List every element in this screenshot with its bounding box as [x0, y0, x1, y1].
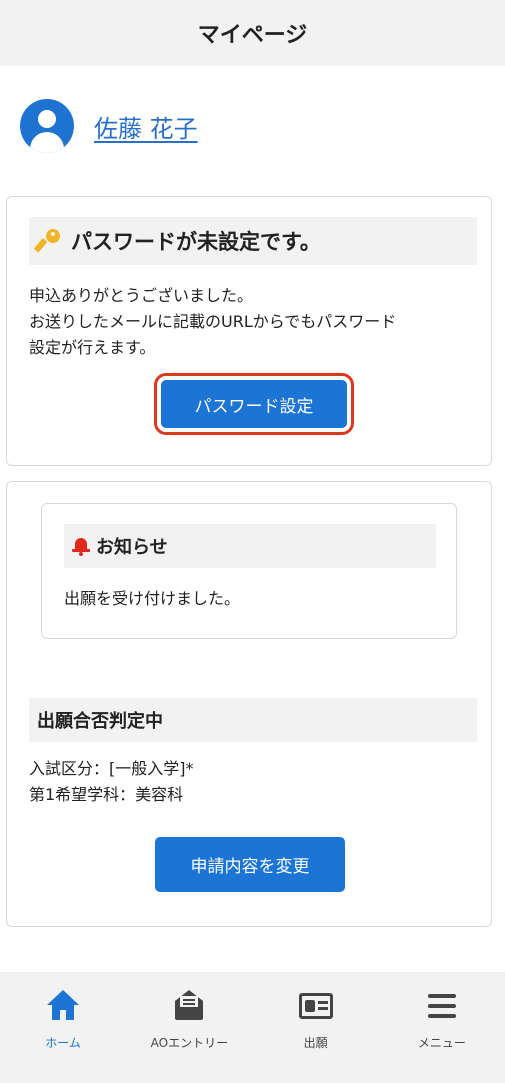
- notice-heading-text: お知らせ: [96, 537, 168, 558]
- nav-label-application: 出願: [303, 1036, 328, 1050]
- password-button-highlight: パスワード設定: [154, 373, 354, 435]
- password-heading-text: パスワードが未設定です。: [71, 230, 321, 254]
- password-message-line: 設定が行えます。: [29, 338, 156, 357]
- envelope-open-icon: [171, 990, 207, 1022]
- user-row: 佐藤 花子: [20, 98, 198, 154]
- notice-heading: お知らせ: [64, 524, 436, 568]
- id-card-icon: [298, 990, 334, 1022]
- menu-icon: [424, 990, 460, 1022]
- nav-label-ao-entry: AOエントリー: [150, 1036, 229, 1050]
- nav-item-menu[interactable]: メニュー: [379, 972, 505, 1083]
- status-details: 入試区分：[一般入学]* 第1希望学科：美容科: [29, 756, 194, 808]
- password-heading: パスワードが未設定です。: [29, 217, 477, 265]
- nav-label-menu: メニュー: [417, 1036, 466, 1050]
- notice-box: お知らせ 出願を受け付けました。: [41, 503, 457, 639]
- page-header: マイページ: [0, 0, 505, 66]
- app-root: マイページ 佐藤 花子 パスワードが未設定です。 申込ありがとうございました。 …: [0, 0, 505, 1083]
- password-card: パスワードが未設定です。 申込ありがとうございました。 お送りしたメールに記載の…: [6, 196, 492, 466]
- user-avatar-icon: [20, 99, 74, 153]
- status-heading: 出願合否判定中: [29, 698, 477, 742]
- nav-label-home: ホーム: [45, 1036, 81, 1050]
- exam-category: 入試区分：[一般入学]*: [29, 759, 194, 778]
- nav-item-ao-entry[interactable]: AOエントリー: [126, 972, 252, 1083]
- key-icon: [33, 228, 63, 254]
- home-icon: [45, 990, 81, 1022]
- application-card: お知らせ 出願を受け付けました。 出願合否判定中 入試区分：[一般入学]* 第1…: [6, 481, 492, 927]
- bottom-nav: ホーム AOエントリー 出願 メニュー: [0, 972, 505, 1083]
- bell-icon: [72, 536, 90, 556]
- nav-item-application[interactable]: 出願: [253, 972, 379, 1083]
- nav-item-home[interactable]: ホーム: [0, 972, 126, 1083]
- notice-text: 出願を受け付けました。: [64, 589, 241, 608]
- set-password-button[interactable]: パスワード設定: [161, 380, 347, 428]
- first-choice-department: 第1希望学科：美容科: [29, 785, 184, 804]
- user-name-link[interactable]: 佐藤 花子: [94, 109, 198, 144]
- password-message: 申込ありがとうございました。 お送りしたメールに記載のURLからでもパスワード …: [29, 283, 477, 361]
- page-title: マイページ: [197, 23, 308, 48]
- edit-application-button[interactable]: 申請内容を変更: [155, 837, 345, 892]
- status-heading-text: 出願合否判定中: [37, 711, 163, 732]
- password-message-line: お送りしたメールに記載のURLからでもパスワード: [29, 312, 397, 331]
- password-message-line: 申込ありがとうございました。: [29, 286, 254, 305]
